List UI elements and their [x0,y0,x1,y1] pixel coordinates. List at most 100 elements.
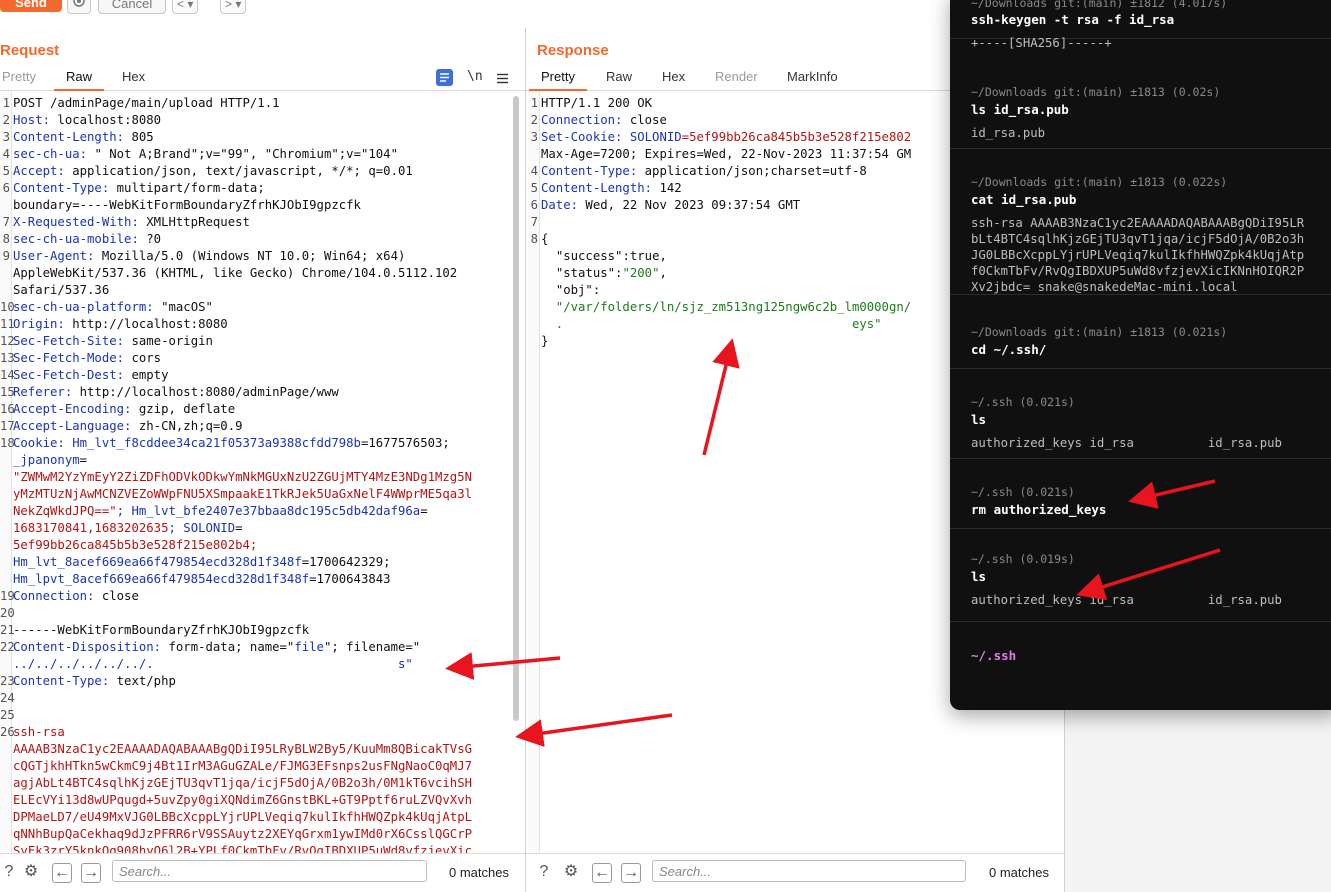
request-tab-hex[interactable]: Hex [122,69,145,84]
menu-icon[interactable] [497,71,508,89]
header-name: Content-Type: [13,674,110,688]
request-tab-raw[interactable]: Raw [53,69,105,91]
request-scrollbar[interactable] [513,96,519,721]
header-name: Content-Disposition: [13,640,162,654]
terminal-command-block[interactable]: ~/.ssh (0.021s) rm authorized_keys [950,468,1331,529]
response-tab-markinfo[interactable]: MarkInfo [787,69,838,84]
cancel-button[interactable]: Cancel [98,0,166,14]
line-number: 7 [530,215,538,229]
response-tab-render[interactable]: Render [715,69,758,84]
newline-toggle[interactable]: \n [467,69,483,84]
request-search-bar: ? ⚙ ← → Search... 0 matches [0,853,525,892]
json-string: . eys" [541,317,882,331]
next-match-icon[interactable]: → [621,863,641,883]
header-name: User-Agent: [13,249,95,263]
terminal-output: id_rsa.pub [971,126,1046,140]
value-text: agjAbLt4BTC4sqlhKjzGEjTU3qvT1jqa/icjF5dO… [13,776,473,790]
code-text: " Not A;Brand";v="99", "Chromium";v="104… [87,147,398,161]
value-text: qNNhBupQaCekhaq9dJzPFRR6rV9SSAuytz2XEYqG… [13,827,473,841]
line-number: 23 [0,674,15,688]
header-name: Content-Length: [13,130,125,144]
next-match-icon[interactable]: → [81,863,101,883]
response-search-input[interactable]: Search... [652,860,966,882]
line-number: 18 [0,436,15,450]
json-key: "status" [555,266,616,280]
terminal-command-block[interactable]: ~/.ssh (0.021s) ls authorized_keys id_rsa … [950,378,1331,459]
help-icon[interactable]: ? [0,863,18,881]
terminal-current-prompt[interactable]: ~/.ssh [971,648,1016,663]
word-wrap-toggle-icon[interactable] [436,69,453,86]
code-text: POST /adminPage/main/upload HTTP/1.1 [13,96,280,110]
back-arrow-icon: < [177,0,185,11]
value-text: ELEcVYi13d8wUPqugd+5uvZpy0giXQNdimZ6Gnst… [13,793,473,807]
code-text: form-data; name=" [161,640,295,654]
response-tab-pretty[interactable]: Pretty [529,69,587,91]
forward-menu-chevron-icon: ▾ [235,0,242,11]
terminal-command-block[interactable]: ~/Downloads git:(main) ±1813 (0.021s) cd … [950,308,1331,369]
line-text: Safari/537.36 [13,282,109,299]
line-text: agjAbLt4BTC4sqlhKjzGEjTU3qvT1jqa/icjF5dO… [13,775,472,792]
value-text: DPMaeLD7/eU49MxVJG0LBBcXcppLYjrUPLVeqiq7… [13,810,473,824]
send-button[interactable]: Send [0,0,62,12]
line-text: DPMaeLD7/eU49MxVJG0LBBcXcppLYjrUPLVeqiq7… [13,809,472,826]
forward-button[interactable]: > ▾ [220,0,247,14]
line-text: ssh-rsa [13,724,65,741]
request-tab-pretty[interactable]: Pretty [2,69,36,84]
header-name: Accept-Encoding: [13,402,132,416]
line-number: 15 [0,385,15,399]
header-name: Sec-Fetch-Site: [13,334,125,348]
response-tab-hex[interactable]: Hex [662,69,685,84]
code-text: application/json;charset=utf-8 [637,164,867,178]
response-tab-raw[interactable]: Raw [606,69,632,84]
line-text: "obj": [541,282,600,299]
line-text: sec-ch-ua-mobile: ?0 [13,231,161,248]
line-number: 22 [0,640,15,654]
previous-match-icon[interactable]: ← [592,863,612,883]
code-text: { [541,232,549,246]
settings-gear-icon[interactable]: ⚙ [562,863,580,881]
line-text: yMzMTUzNjAwMCNZVEZoWWpFNU5XSmpaakE1TkRJe… [13,486,472,503]
line-number: 7 [2,215,10,229]
header-name: Referer: [13,385,73,399]
line-number: 25 [0,708,15,722]
code-text: XMLHttpRequest [138,215,250,229]
json-key: "success" [555,249,623,263]
line-number: 17 [0,419,15,433]
back-button[interactable]: < ▾ [172,0,199,14]
code-text: AppleWebKit/537.36 (KHTML, like Gecko) C… [13,266,458,280]
line-text: Cookie: Hm_lvt_f8cddee34ca21f05373a9388c… [13,435,450,452]
line-number: 4 [530,164,538,178]
terminal-output: authorized_keys id_rsa id_rsa.pub [971,436,1282,450]
terminal-command-block[interactable]: ~/.ssh (0.019s) ls authorized_keys id_rsa … [950,535,1331,622]
terminal-command-block[interactable]: ~/Downloads git:(main) ±1813 (0.02s) ls i… [950,68,1331,149]
terminal-prompt: ~/.ssh (0.021s) [971,395,1075,409]
previous-match-icon[interactable]: ← [52,863,72,883]
header-name: Content-Type: [13,181,110,195]
help-icon[interactable]: ? [535,863,553,881]
request-panel: Request Pretty Raw Hex \n 1 POST /adminPa… [0,28,526,892]
request-editor[interactable]: 1 POST /adminPage/main/upload HTTP/1.1 2 Ho… [0,91,525,854]
terminal-command-block[interactable]: ~/Downloads git:(main) ±1812 (4.017s) ssh… [950,0,1331,50]
line-number: 6 [530,198,538,212]
cookie-name: SOLONID [629,130,682,144]
settings-gear-icon[interactable]: ⚙ [22,863,40,881]
line-text: ../../../../../../. s" [13,656,413,673]
line-text: 1683170841,1683202635; SOLONID= [13,520,243,537]
line-text: sec-ch-ua-platform: "macOS" [13,299,213,316]
line-text: Accept-Encoding: gzip, deflate [13,401,235,418]
request-search-input[interactable]: Search... [112,860,427,882]
settings-gear-icon[interactable] [67,0,91,14]
terminal-window[interactable]: ~/Downloads git:(main) ±1812 (4.017s) ssh… [950,0,1331,710]
value-text: ssh-rsa [13,725,65,739]
line-text: Accept-Language: zh-CN,zh;q=0.9 [13,418,243,435]
line-text: Content-Type: multipart/form-data; [13,180,265,197]
header-name: Cookie: [13,436,65,450]
code-text: =1700642329; [301,555,391,569]
terminal-command: cd ~/.ssh/ [971,342,1047,357]
terminal-command-block[interactable]: ~/Downloads git:(main) ±1813 (0.022s) cat… [950,158,1331,295]
line-number: 1 [2,96,10,110]
json-key: "obj" [555,283,593,297]
cookie-name: Hm_lvt_f8cddee34ca21f05373a9388cfdd798b [64,436,361,450]
